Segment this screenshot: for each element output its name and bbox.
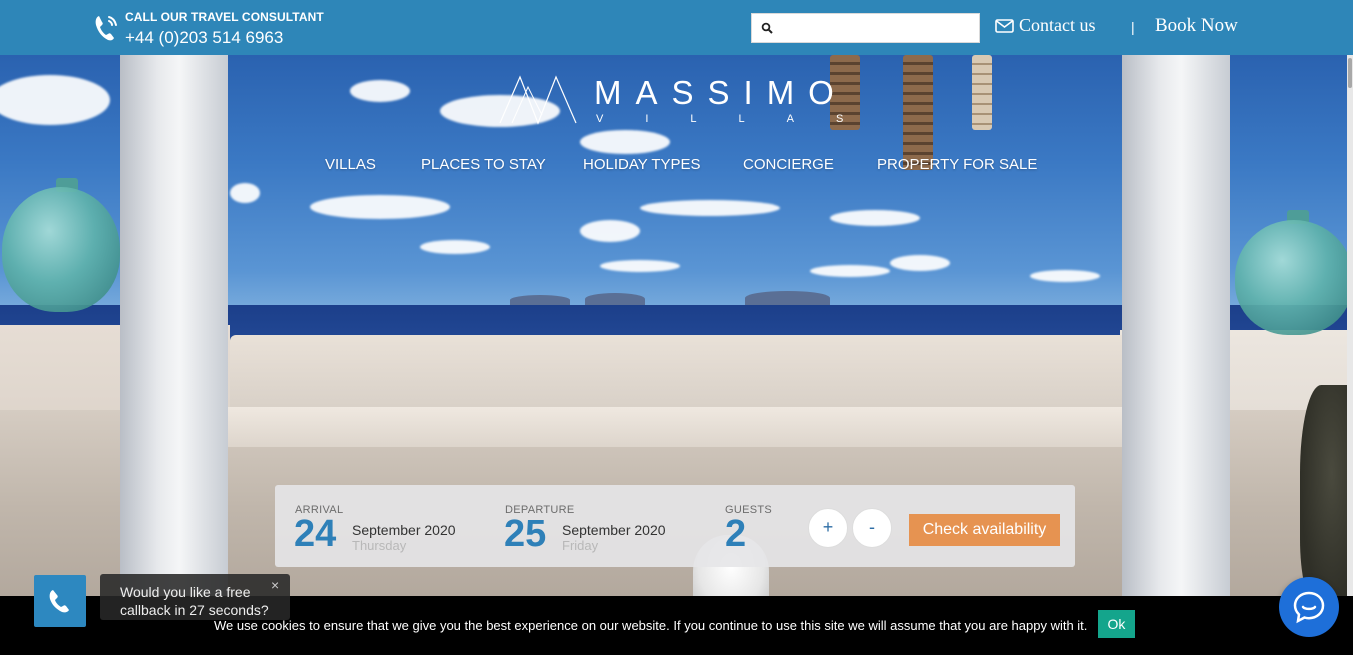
callback-text: Would you like a free callback in 27 sec…: [120, 584, 269, 618]
nav-villas[interactable]: VILLAS: [325, 156, 376, 173]
top-bar: CALL OUR TRAVEL CONSULTANT +44 (0)203 51…: [0, 0, 1353, 55]
cloud: [580, 130, 670, 154]
island: [745, 291, 830, 305]
cloud: [830, 210, 920, 226]
cloud: [350, 80, 410, 102]
departure-weekday: Friday: [562, 538, 599, 553]
topbar-divider: |: [1131, 19, 1135, 35]
cloud: [810, 265, 890, 277]
island: [510, 295, 570, 305]
guests-decrement-button[interactable]: -: [852, 508, 892, 548]
main-nav: VILLAS PLACES TO STAY HOLIDAY TYPES CONC…: [0, 156, 1353, 178]
hanging-shells: [972, 55, 992, 130]
arrival-day[interactable]: 24: [294, 515, 336, 553]
departure-day[interactable]: 25: [504, 515, 546, 553]
white-pillar-right: [1122, 55, 1230, 655]
departure-month[interactable]: September 2020: [562, 522, 666, 538]
scrollbar-track[interactable]: [1347, 55, 1353, 596]
glass-jar-right: [1235, 220, 1353, 335]
booking-widget: ARRIVAL 24 September 2020 Thursday DEPAR…: [275, 485, 1075, 567]
arrival-month[interactable]: September 2020: [352, 522, 456, 538]
cloud: [420, 240, 490, 254]
hanging-decoration: [903, 55, 933, 170]
callback-close-button[interactable]: ×: [271, 577, 279, 593]
arrival-weekday: Thursday: [352, 538, 407, 553]
check-availability-button[interactable]: Check availability: [909, 514, 1060, 546]
glass-jar-left: [2, 187, 120, 312]
chat-button[interactable]: [1279, 577, 1339, 637]
island: [585, 293, 645, 305]
cloud: [230, 183, 260, 203]
nav-holiday-types[interactable]: HOLIDAY TYPES: [583, 156, 701, 173]
cloud: [310, 195, 450, 219]
logo-mark-icon: [499, 75, 577, 125]
contact-us-link[interactable]: Contact us: [995, 15, 1096, 36]
cloud: [1030, 270, 1100, 282]
cookie-ok-button[interactable]: Ok: [1098, 610, 1135, 638]
nav-property-for-sale[interactable]: PROPERTY FOR SALE: [877, 156, 1037, 173]
callback-tooltip: Would you like a free callback in 27 sec…: [100, 574, 290, 620]
nav-places-to-stay[interactable]: PLACES TO STAY: [421, 156, 546, 173]
cloud: [890, 255, 950, 271]
search-input[interactable]: [776, 18, 974, 38]
stone-bench: [228, 407, 1123, 447]
cookie-message: We use cookies to ensure that we give yo…: [214, 618, 1088, 633]
scrollbar-thumb[interactable]: [1348, 58, 1352, 88]
cloud: [0, 75, 110, 125]
massimo-villas-logo[interactable]: MASSIMO VILLAS: [498, 73, 843, 128]
book-now-link[interactable]: Book Now: [1155, 15, 1238, 37]
call-consultant-label: CALL OUR TRAVEL CONSULTANT: [125, 10, 324, 24]
rock: [1300, 385, 1353, 605]
mail-icon: [995, 18, 1014, 33]
search-icon[interactable]: [761, 22, 773, 34]
guests-count: 2: [725, 513, 747, 555]
cloud: [600, 260, 680, 272]
terrace-wall: [230, 335, 1130, 415]
phone-handset-icon: [49, 590, 69, 613]
phone-number[interactable]: +44 (0)203 514 6963: [125, 28, 283, 48]
cloud: [640, 200, 780, 216]
logo-name: MASSIMO: [594, 74, 848, 111]
chat-bubble-icon: [1293, 591, 1325, 624]
phone-icon: [95, 16, 117, 41]
search-box: [751, 13, 980, 43]
nav-concierge[interactable]: CONCIERGE: [743, 156, 834, 173]
contact-us-label: Contact us: [1019, 15, 1096, 35]
callback-button[interactable]: [34, 575, 86, 627]
white-pillar-left: [120, 55, 228, 655]
guests-increment-button[interactable]: +: [808, 508, 848, 548]
cloud: [580, 220, 640, 242]
logo-subtitle: VILLAS: [596, 113, 886, 125]
